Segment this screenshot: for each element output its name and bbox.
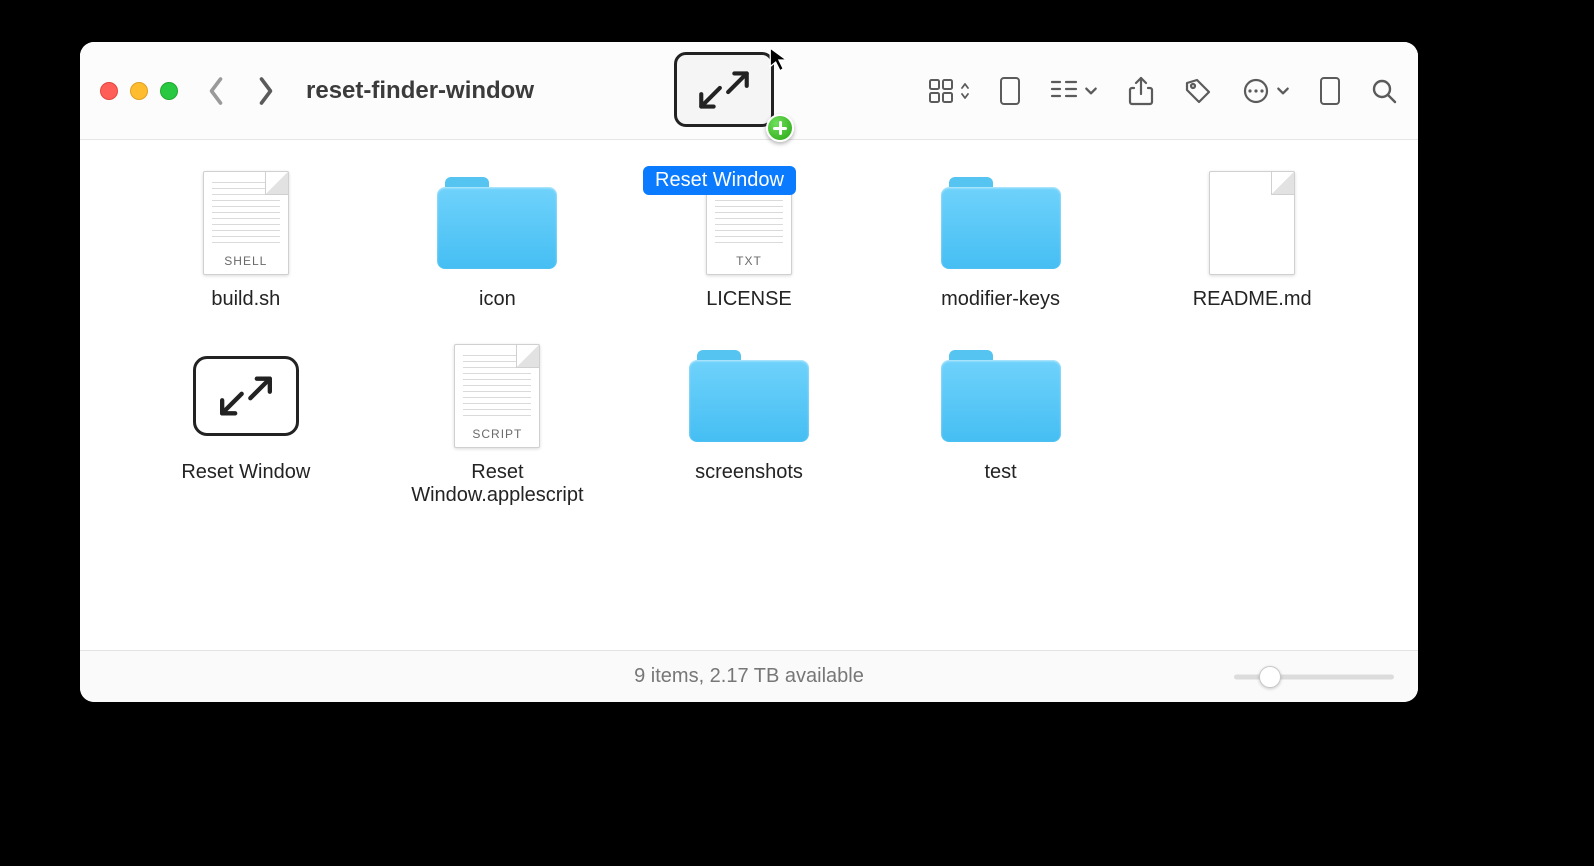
forward-button[interactable] bbox=[256, 71, 276, 111]
app-item[interactable]: Reset Window bbox=[120, 341, 372, 507]
actions-button[interactable] bbox=[1242, 77, 1290, 105]
folder-item[interactable]: screenshots bbox=[623, 341, 875, 507]
file-icon: SCRIPT bbox=[432, 341, 562, 451]
folder-icon bbox=[432, 168, 562, 278]
folder-item[interactable]: modifier-keys bbox=[875, 168, 1127, 311]
drag-item-label: Reset Window bbox=[643, 166, 796, 195]
status-text: 9 items, 2.17 TB available bbox=[634, 665, 864, 688]
zoom-thumb[interactable] bbox=[1259, 666, 1281, 688]
file-item[interactable]: SHELL build.sh bbox=[120, 168, 372, 311]
drag-preview bbox=[674, 52, 790, 142]
search-button[interactable] bbox=[1370, 71, 1398, 111]
file-icon bbox=[1187, 168, 1317, 278]
file-icon: SHELL bbox=[181, 168, 311, 278]
file-label[interactable]: LICENSE bbox=[706, 288, 792, 311]
cursor-icon bbox=[769, 47, 791, 73]
share-button[interactable] bbox=[1128, 71, 1154, 111]
file-item[interactable]: SCRIPT Reset Window.applescript bbox=[372, 341, 624, 507]
folder-icon bbox=[936, 168, 1066, 278]
file-label[interactable]: README.md bbox=[1193, 288, 1312, 311]
minimize-button[interactable] bbox=[130, 82, 148, 100]
zoom-slider[interactable] bbox=[1234, 667, 1394, 687]
file-label[interactable]: Reset Window bbox=[181, 461, 310, 484]
window-title: reset-finder-window bbox=[306, 77, 534, 105]
sidebar-toggle[interactable] bbox=[1000, 71, 1020, 111]
zoom-track bbox=[1234, 674, 1394, 679]
toolbar bbox=[928, 71, 1398, 111]
status-bar: 9 items, 2.17 TB available bbox=[80, 650, 1418, 702]
traffic-lights bbox=[100, 82, 178, 100]
folder-item[interactable]: icon bbox=[372, 168, 624, 311]
view-switcher[interactable] bbox=[928, 78, 970, 104]
copy-plus-badge bbox=[766, 114, 794, 142]
maximize-button[interactable] bbox=[160, 82, 178, 100]
finder-window: reset-finder-window bbox=[80, 42, 1418, 702]
file-item[interactable]: README.md bbox=[1126, 168, 1378, 311]
titlebar: reset-finder-window bbox=[80, 42, 1418, 140]
file-label[interactable]: Reset Window.applescript bbox=[392, 461, 602, 507]
file-label[interactable]: test bbox=[984, 461, 1016, 484]
group-by-button[interactable] bbox=[1050, 79, 1098, 103]
close-button[interactable] bbox=[100, 82, 118, 100]
drag-preview-icon bbox=[674, 52, 774, 127]
nav-arrows bbox=[206, 71, 276, 111]
content-area[interactable]: Reset Window SHELL build.sh icon TXT LIC… bbox=[80, 140, 1418, 650]
file-label[interactable]: modifier-keys bbox=[941, 288, 1060, 311]
folder-icon bbox=[936, 341, 1066, 451]
icon-grid: SHELL build.sh icon TXT LICENSE bbox=[120, 168, 1378, 507]
file-label[interactable]: build.sh bbox=[211, 288, 280, 311]
app-icon bbox=[181, 341, 311, 451]
file-label[interactable]: icon bbox=[479, 288, 516, 311]
file-label[interactable]: screenshots bbox=[695, 461, 803, 484]
back-button[interactable] bbox=[206, 71, 226, 111]
tags-button[interactable] bbox=[1184, 71, 1212, 111]
folder-icon bbox=[684, 341, 814, 451]
folder-item[interactable]: test bbox=[875, 341, 1127, 507]
preview-toggle[interactable] bbox=[1320, 71, 1340, 111]
